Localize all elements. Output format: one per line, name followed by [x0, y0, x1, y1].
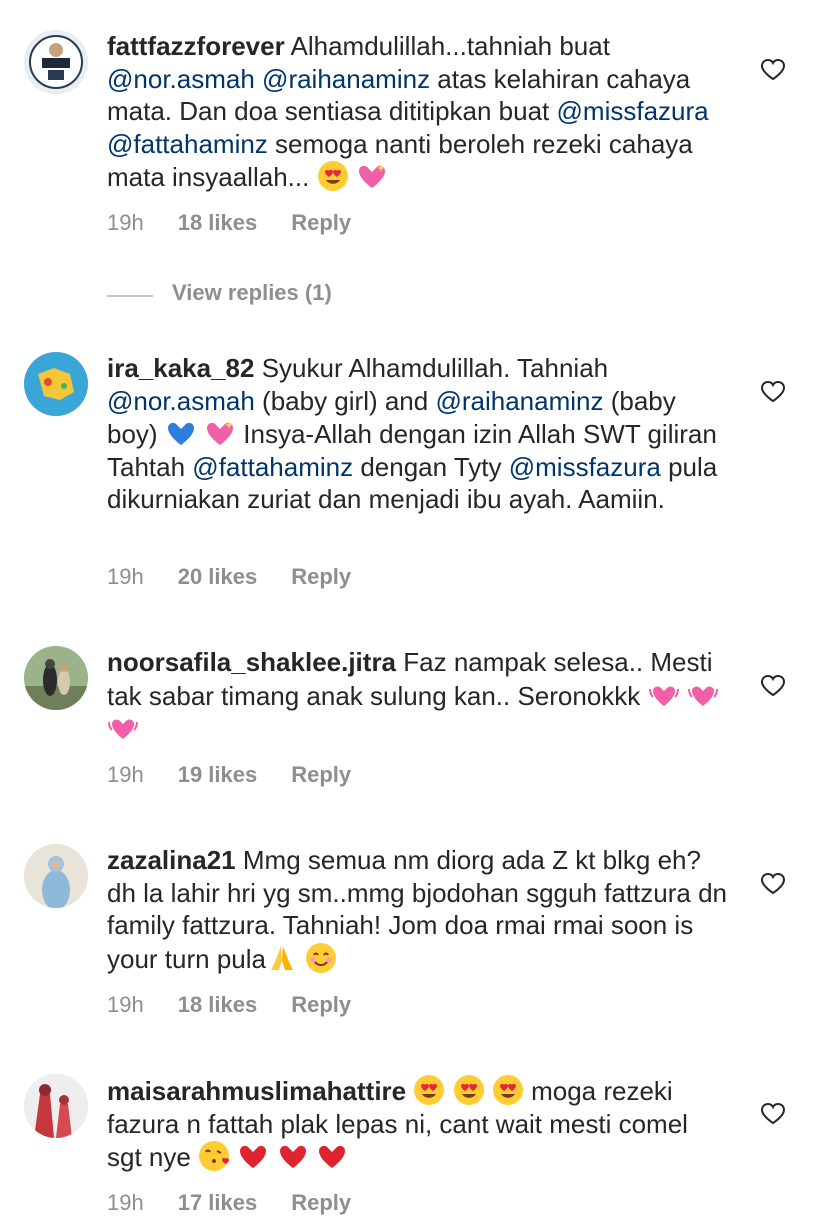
comment-meta: 19h 20 likes Reply: [107, 564, 351, 590]
username[interactable]: maisarahmuslimahattire: [107, 1076, 406, 1106]
mention[interactable]: @nor.asmah: [107, 386, 255, 416]
avatar[interactable]: [24, 844, 88, 908]
comment-text: zazalina21 Mmg semua nm diorg ada Z kt b…: [107, 845, 728, 974]
heart-eyes-emoji: [453, 1075, 484, 1105]
view-replies-label[interactable]: View replies (1): [172, 280, 332, 306]
avatar[interactable]: [24, 352, 88, 416]
mention[interactable]: @nor.asmah: [107, 64, 255, 94]
likes-count[interactable]: 17 likes: [178, 1190, 258, 1216]
kissing-face-emoji: [199, 1141, 230, 1171]
mention[interactable]: @raihanaminz: [435, 386, 603, 416]
timestamp: 19h: [107, 210, 144, 235]
comment-meta: 19h 18 likes Reply: [107, 992, 351, 1018]
heart-outline-icon[interactable]: [760, 674, 786, 698]
comment-text: ira_kaka_82 Syukur Alhamdulillah. Tahnia…: [107, 353, 718, 514]
heart-eyes-emoji: [317, 161, 348, 191]
mention[interactable]: @fattahaminz: [192, 452, 353, 482]
reply-button[interactable]: Reply: [291, 564, 351, 590]
likes-count[interactable]: 20 likes: [178, 564, 258, 590]
reply-button[interactable]: Reply: [291, 992, 351, 1018]
likes-count[interactable]: 19 likes: [178, 762, 258, 788]
avatar[interactable]: [24, 646, 88, 710]
divider-line: [107, 295, 153, 297]
reply-button[interactable]: Reply: [291, 210, 351, 236]
blue-heart-emoji: [167, 422, 194, 445]
likes-count[interactable]: 18 likes: [178, 992, 258, 1018]
comment-meta: 19h 19 likes Reply: [107, 762, 351, 788]
heart-outline-icon[interactable]: [760, 872, 786, 896]
heart-outline-icon[interactable]: [760, 58, 786, 82]
username[interactable]: ira_kaka_82: [107, 353, 254, 383]
smiling-face-emoji: [306, 942, 337, 973]
beating-heart-emoji: [108, 719, 138, 739]
timestamp: 19h: [107, 762, 144, 787]
heart-outline-icon[interactable]: [760, 1102, 786, 1126]
heart-eyes-emoji: [492, 1075, 523, 1105]
mention[interactable]: @missfazura: [557, 96, 709, 126]
red-heart-emoji: [279, 1145, 306, 1168]
comment-text: fattfazzforever Alhamdulillah...tahniah …: [107, 31, 709, 192]
avatar[interactable]: [24, 1074, 88, 1138]
heart-eyes-emoji: [414, 1075, 445, 1105]
sparkling-heart-emoji: [207, 421, 234, 445]
red-heart-emoji: [240, 1145, 267, 1168]
mention[interactable]: @missfazura: [509, 452, 661, 482]
mention[interactable]: @raihanaminz: [262, 64, 430, 94]
beating-heart-emoji: [687, 686, 718, 706]
comment-text: noorsafila_shaklee.jitra Faz nampak sele…: [107, 646, 727, 746]
mention[interactable]: @fattahaminz: [107, 129, 268, 159]
likes-count[interactable]: 18 likes: [178, 210, 258, 236]
red-heart-emoji: [318, 1145, 345, 1168]
username[interactable]: zazalina21: [107, 845, 236, 875]
heart-outline-icon[interactable]: [760, 380, 786, 404]
sparkling-heart-emoji: [358, 164, 385, 188]
reply-button[interactable]: Reply: [291, 1190, 351, 1216]
comment-meta: 19h 17 likes Reply: [107, 1190, 351, 1216]
comment-meta: 19h 18 likes Reply: [107, 210, 351, 236]
avatar[interactable]: [24, 30, 88, 94]
username[interactable]: noorsafila_shaklee.jitra: [107, 647, 396, 677]
timestamp: 19h: [107, 1190, 144, 1215]
beating-heart-emoji: [648, 686, 679, 706]
comment-text: maisarahmuslimahattire moga rezeki fazur…: [107, 1075, 688, 1172]
timestamp: 19h: [107, 992, 144, 1017]
username[interactable]: fattfazzforever: [107, 31, 285, 61]
timestamp: 19h: [107, 564, 144, 589]
reply-button[interactable]: Reply: [291, 762, 351, 788]
folded-hands-emoji: [270, 945, 293, 970]
